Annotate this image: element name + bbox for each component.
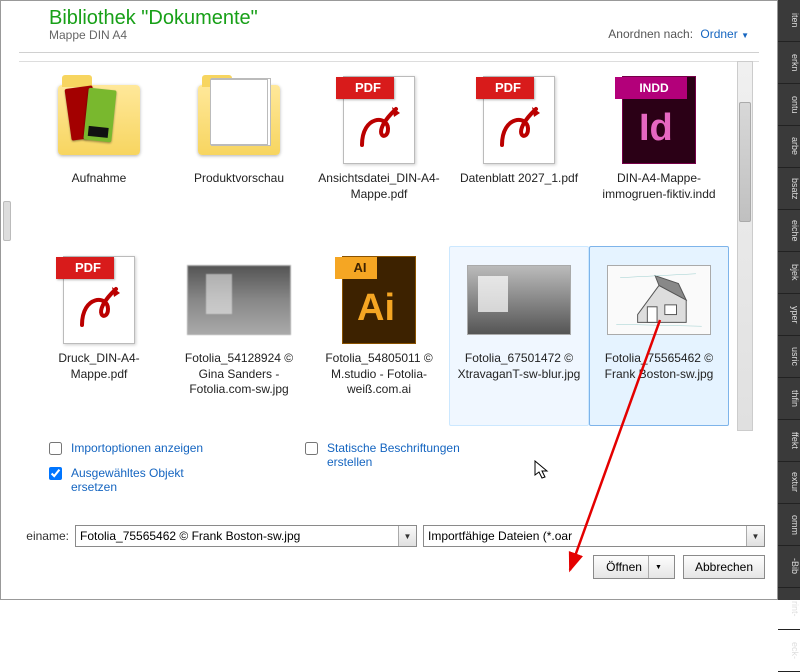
file-thumbnail: AIAi — [324, 251, 434, 349]
panel-tab[interactable]: bjek — [778, 252, 800, 294]
option-checkboxes: Importoptionen anzeigen Ausgewähltes Obj… — [45, 441, 737, 494]
panel-tab[interactable]: extur — [778, 462, 800, 504]
file-label: Aufnahme — [70, 171, 129, 187]
file-item[interactable]: INDDIdDIN-A4-Mappe-immogruen-fiktiv.indd — [589, 66, 729, 246]
panel-tab[interactable]: omm — [778, 504, 800, 546]
import-options-checkbox[interactable] — [49, 442, 62, 455]
filter-value: Importfähige Dateien (*.oar — [428, 529, 572, 543]
filename-label: einame: — [13, 529, 69, 543]
file-label: Druck_DIN-A4-Mappe.pdf — [34, 351, 164, 382]
import-options-label: Importoptionen anzeigen — [71, 441, 203, 455]
file-grid-wrap: AufnahmeProduktvorschauPDFAnsichtsdatei_… — [19, 61, 759, 431]
arrange-value-link[interactable]: Ordner ▼ — [700, 27, 749, 41]
file-label: Fotolia_67501472 © XtravaganT-sw-blur.jp… — [454, 351, 584, 382]
dialog-footer: einame: Fotolia_75565462 © Frank Boston-… — [1, 525, 777, 579]
panel-tab[interactable]: bsatz — [778, 168, 800, 210]
filename-value: Fotolia_75565462 © Frank Boston-sw.jpg — [80, 529, 300, 543]
file-item[interactable]: Fotolia_54128924 © Gina Sanders - Fotoli… — [169, 246, 309, 426]
file-item[interactable]: PDF Datenblatt 2027_1.pdf — [449, 66, 589, 246]
file-item[interactable]: PDFAnsichtsdatei_DIN-A4-Mappe.pdf — [309, 66, 449, 246]
chevron-down-icon: ▼ — [741, 31, 749, 40]
scrollbar-thumb[interactable] — [739, 102, 751, 222]
file-thumbnail: PDF — [44, 251, 154, 349]
replace-selected-checkbox[interactable] — [49, 467, 62, 480]
file-item[interactable]: Aufnahme — [29, 66, 169, 246]
file-thumbnail — [184, 251, 294, 349]
panel-tab[interactable]: ontu — [778, 84, 800, 126]
open-button[interactable]: Öffnen ▼ — [593, 555, 675, 579]
panel-tab[interactable]: ffekt — [778, 420, 800, 462]
panel-tab[interactable]: iten — [778, 0, 800, 42]
file-label: Ansichtsdatei_DIN-A4-Mappe.pdf — [314, 171, 444, 202]
vertical-scrollbar[interactable] — [737, 61, 753, 431]
chevron-down-icon[interactable]: ▼ — [746, 526, 764, 546]
header-divider — [19, 52, 759, 54]
filename-combobox[interactable]: Fotolia_75565462 © Frank Boston-sw.jpg ▼ — [75, 525, 417, 547]
left-resize-grip[interactable] — [3, 201, 11, 241]
file-item[interactable]: AIAiFotolia_54805011 © M.studio - Fotoli… — [309, 246, 449, 426]
static-captions-checkbox[interactable] — [305, 442, 318, 455]
arrange-label: Anordnen nach: — [608, 27, 693, 41]
file-item[interactable]: Fotolia_75565462 © Frank Boston-sw.jpg — [589, 246, 729, 426]
panel-tab[interactable]: eck- — [778, 630, 800, 672]
file-thumbnail — [44, 71, 154, 169]
file-item[interactable]: Produktvorschau — [169, 66, 309, 246]
file-open-dialog: Bibliothek "Dokumente" Mappe DIN A4 Anor… — [0, 0, 778, 600]
file-thumbnail — [604, 251, 714, 349]
file-thumbnail — [464, 251, 574, 349]
panel-tab[interactable]: erkn — [778, 42, 800, 84]
cancel-button[interactable]: Abbrechen — [683, 555, 765, 579]
panel-tab[interactable]: -Bib — [778, 546, 800, 588]
file-label: Fotolia_75565462 © Frank Boston-sw.jpg — [594, 351, 724, 382]
panel-tab[interactable]: usric — [778, 336, 800, 378]
file-label: Produktvorschau — [192, 171, 286, 187]
file-label: DIN-A4-Mappe-immogruen-fiktiv.indd — [594, 171, 724, 202]
file-item[interactable]: PDFDruck_DIN-A4-Mappe.pdf — [29, 246, 169, 426]
file-label: Datenblatt 2027_1.pdf — [458, 171, 580, 187]
static-captions-label: Statische Beschriftungen erstellen — [327, 441, 477, 469]
replace-selected-label: Ausgewähltes Objekt ersetzen — [71, 466, 221, 494]
file-thumbnail: INDDId — [604, 71, 714, 169]
file-label: Fotolia_54805011 © M.studio - Fotolia-we… — [314, 351, 444, 398]
panel-tab[interactable]: arbe — [778, 126, 800, 168]
app-panel-tabs: itenerknontuarbebsatzeichebjekyperusrict… — [778, 0, 800, 600]
panel-tab[interactable]: thfin — [778, 378, 800, 420]
panel-tab[interactable]: yper — [778, 294, 800, 336]
file-grid[interactable]: AufnahmeProduktvorschauPDFAnsichtsdatei_… — [19, 62, 759, 430]
file-thumbnail — [184, 71, 294, 169]
panel-tab[interactable]: rint- — [778, 588, 800, 630]
file-item[interactable]: Fotolia_67501472 © XtravaganT-sw-blur.jp… — [449, 246, 589, 426]
file-type-filter[interactable]: Importfähige Dateien (*.oar ▼ — [423, 525, 765, 547]
arrange-by: Anordnen nach: Ordner ▼ — [608, 27, 749, 41]
chevron-down-icon[interactable]: ▼ — [398, 526, 416, 546]
panel-tab[interactable]: eiche — [778, 210, 800, 252]
file-thumbnail: PDF — [464, 71, 574, 169]
chevron-down-icon[interactable]: ▼ — [648, 556, 662, 578]
file-thumbnail: PDF — [324, 71, 434, 169]
file-label: Fotolia_54128924 © Gina Sanders - Fotoli… — [174, 351, 304, 398]
